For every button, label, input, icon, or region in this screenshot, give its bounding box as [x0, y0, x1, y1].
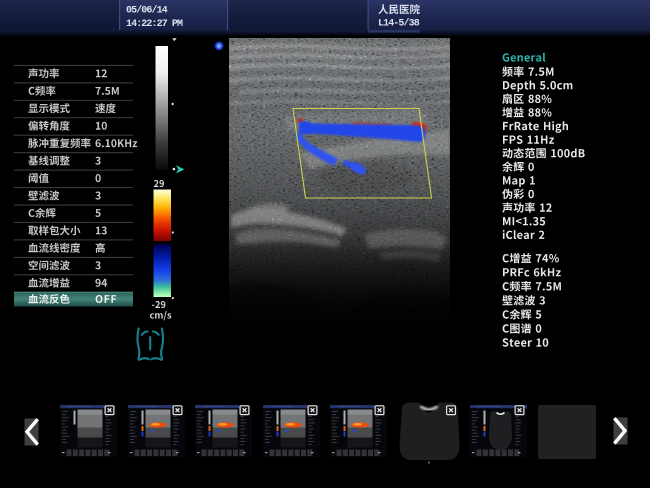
- svg-text:05/06/14: 05/06/14: [126, 5, 168, 17]
- svg-text:L14-5/38: L14-5/38: [378, 18, 420, 30]
- svg-text:14:22:27 PM: 14:22:27 PM: [126, 19, 183, 30]
